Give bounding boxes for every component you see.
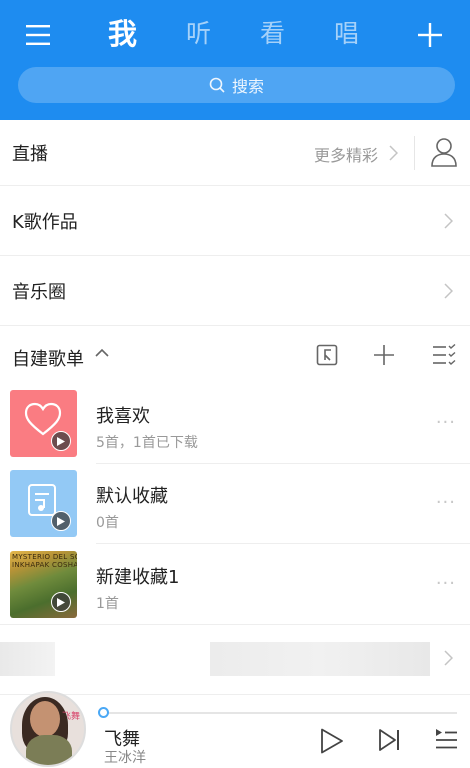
plus-icon: [418, 23, 442, 47]
menu-icon: [26, 25, 50, 45]
search-icon: [209, 77, 225, 93]
play-badge-icon[interactable]: [51, 511, 71, 531]
chevron-up-icon[interactable]: [95, 346, 109, 360]
manage-list-icon[interactable]: [432, 344, 456, 366]
playlist-queue-icon[interactable]: [434, 728, 458, 750]
playlist-count: 1首: [96, 596, 119, 612]
import-icon[interactable]: [316, 344, 338, 366]
album-disc[interactable]: 飞舞: [10, 691, 86, 767]
disc-title-text: 飞舞: [62, 712, 81, 722]
more-options-icon[interactable]: ···: [436, 575, 456, 593]
playlist-name: 我喜欢: [96, 406, 150, 427]
playlist-name: 默认收藏: [96, 486, 168, 507]
album-art-face: [30, 701, 60, 737]
blurred-content: [210, 642, 430, 676]
search-placeholder: 搜索: [231, 77, 264, 96]
more-options-icon[interactable]: ···: [436, 494, 456, 512]
tab-sing[interactable]: 唱: [334, 14, 359, 54]
chevron-right-icon: [444, 283, 453, 299]
playlist-cover: [10, 470, 77, 537]
mini-player[interactable]: 飞舞 飞舞 王冰洋: [0, 691, 470, 768]
chevron-right-icon: [444, 650, 453, 666]
search-bar[interactable]: 搜索: [18, 67, 455, 103]
blurred-row[interactable]: [0, 626, 470, 694]
tab-me[interactable]: 我: [108, 14, 137, 54]
playlist-section-header: 自建歌单: [0, 326, 470, 388]
artist-name: 王冰洋: [104, 750, 146, 766]
chevron-right-icon: [444, 213, 453, 229]
divider: [414, 136, 415, 170]
live-label: 直播: [12, 144, 48, 165]
tab-watch[interactable]: 看: [260, 14, 285, 54]
playlist-count: 5首，1首已下载: [96, 435, 198, 451]
music-circle-row[interactable]: 音乐圈: [0, 256, 470, 326]
k-songs-label: K歌作品: [12, 212, 78, 233]
playlist-item[interactable]: 默认收藏 0首 ···: [0, 464, 470, 544]
more-options-icon[interactable]: ···: [436, 414, 456, 432]
blurred-content: [0, 642, 55, 676]
music-circle-label: 音乐圈: [12, 282, 66, 303]
section-title[interactable]: 自建歌单: [12, 345, 84, 371]
live-row[interactable]: 直播 更多精彩: [0, 120, 470, 186]
divider: [96, 543, 470, 544]
tab-listen[interactable]: 听: [186, 14, 211, 54]
play-badge-icon[interactable]: [51, 592, 71, 612]
menu-button[interactable]: [18, 15, 58, 55]
playlist-cover: [10, 390, 77, 457]
playlist-item[interactable]: 我喜欢 5首，1首已下载 ···: [0, 384, 470, 464]
user-icon[interactable]: [430, 137, 458, 167]
top-header: 我 听 看 唱 搜索: [0, 0, 470, 120]
album-art-body: [26, 735, 72, 765]
chevron-right-icon: [389, 145, 398, 161]
divider: [0, 624, 470, 625]
playlist-count: 0首: [96, 515, 119, 531]
playlist-cover: MYSTERIO DEL SOL INKHAPAK COSHA: [10, 551, 77, 618]
k-songs-row[interactable]: K歌作品: [0, 186, 470, 256]
play-badge-icon[interactable]: [51, 431, 71, 451]
playlist-name: 新建收藏1: [96, 567, 180, 588]
next-track-icon[interactable]: [378, 728, 402, 752]
more-link[interactable]: 更多精彩: [314, 142, 378, 166]
playlist-item[interactable]: MYSTERIO DEL SOL INKHAPAK COSHA 新建收藏1 1首…: [0, 545, 470, 625]
add-playlist-icon[interactable]: [373, 344, 395, 366]
progress-bar[interactable]: [98, 707, 457, 718]
album-cover-text: MYSTERIO DEL SOL INKHAPAK COSHA: [12, 553, 77, 569]
add-button[interactable]: [410, 15, 450, 55]
play-icon[interactable]: [320, 728, 344, 754]
progress-handle[interactable]: [98, 707, 109, 718]
